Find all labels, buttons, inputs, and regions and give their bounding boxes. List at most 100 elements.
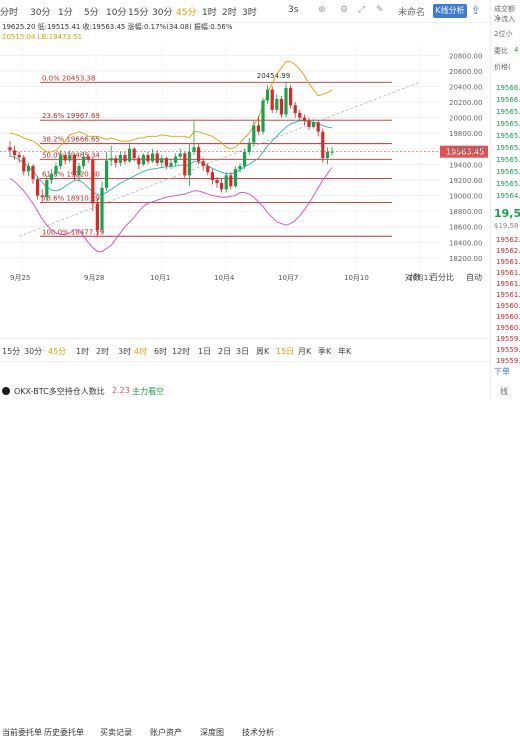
ask-price[interactable]: 19565.2 (496, 168, 520, 176)
candle-body (229, 175, 233, 187)
share-icon[interactable]: ⇪ (471, 4, 483, 17)
tab-trade-records[interactable]: 买卖记录 (100, 727, 132, 738)
bid-price[interactable]: 19561.9 (496, 258, 520, 266)
line-link[interactable]: 线 (500, 386, 508, 397)
y-tick-label: 19000.00 (449, 193, 482, 201)
candle-body (279, 98, 283, 115)
percent-scale-toggle[interactable]: 百分比 (430, 272, 454, 283)
fullscreen-icon[interactable]: ⤢ (358, 5, 365, 15)
tf-bottom-item[interactable]: 3日 (236, 346, 249, 357)
bid-price[interactable]: 19562.1 (496, 236, 520, 244)
time-axis: 9月25 9月28 10月1 10月4 10月7 10月10 10月13 (10, 274, 433, 282)
order-button[interactable]: 下单 (494, 366, 510, 377)
candle-body (36, 179, 40, 196)
ask-price[interactable]: 19565.6 (496, 132, 520, 140)
tf-bottom-item[interactable]: 季K (318, 346, 331, 357)
tf-1h[interactable]: 1时 (202, 5, 217, 18)
tf-3h[interactable]: 3时 (242, 5, 257, 18)
bid-price[interactable]: 19561.2 (496, 280, 520, 288)
tf-bottom-item[interactable]: 45分 (48, 346, 66, 357)
y-tick-label: 18200.00 (449, 255, 482, 263)
candle-body (270, 89, 274, 110)
candle-body (82, 156, 86, 166)
price-chart[interactable]: 0.0% 20453.38 23.6% 19967.69 38.2% 19666.6… (0, 46, 490, 286)
tf-bottom-item[interactable]: 15日 (276, 346, 294, 357)
ask-price[interactable]: 19565.3 (496, 156, 520, 164)
y-tick-label: 18800.00 (449, 208, 482, 216)
decimals-selector[interactable]: 2位小 (494, 29, 512, 39)
ask-price[interactable]: 19565.5 (496, 144, 520, 152)
candle-body (77, 165, 81, 176)
tf-bottom-item[interactable]: 周K (256, 346, 269, 357)
tf-30m-b[interactable]: 30分 (152, 5, 172, 18)
ask-price[interactable]: 19564.8 (496, 192, 520, 200)
bid-price[interactable]: 19560.5 (496, 313, 520, 321)
candle-body (201, 161, 205, 166)
ratio-label: OKX-BTC多空持仓人数比 (14, 387, 105, 396)
tf-10m[interactable]: 10分 (106, 5, 126, 18)
ask-price[interactable]: 19566.0 (496, 96, 520, 104)
y-tick-label: 18600.00 (449, 224, 482, 232)
ask-price[interactable]: 19565.7 (496, 120, 520, 128)
tf-bottom-item[interactable]: 30分 (24, 346, 42, 357)
ask-price[interactable]: 19566.1 (496, 84, 520, 92)
bid-price[interactable]: 19561.5 (496, 269, 520, 277)
bid-price[interactable]: 19562.0 (496, 247, 520, 255)
auto-scale-toggle[interactable]: 自动 (466, 272, 482, 283)
tf-1m[interactable]: 1分 (58, 5, 73, 18)
tab-current-orders[interactable]: 当前委托单 (2, 727, 42, 738)
candle-body (266, 89, 270, 101)
tool-icon[interactable]: ✎ (376, 5, 384, 15)
tf-15m[interactable]: 15分 (128, 5, 148, 18)
candle-body (224, 175, 228, 190)
ratio-title: 委比 (494, 47, 508, 55)
candle-body (68, 155, 72, 161)
bid-price[interactable]: 19561.0 (496, 291, 520, 299)
tf-bottom-item[interactable]: 1时 (76, 346, 89, 357)
candle-body (160, 158, 164, 163)
tf-bottom-item[interactable]: 3时 (118, 346, 131, 357)
gear-icon[interactable]: ⚙ (340, 5, 348, 15)
fib-label: 38.2% 19666.65 (42, 136, 100, 144)
tf-bottom-item[interactable]: 12时 (172, 346, 190, 357)
tf-2h[interactable]: 2时 (222, 5, 237, 18)
tf-fenshi[interactable]: 分时 (0, 5, 18, 18)
tab-history-orders[interactable]: 历史委托单 (44, 727, 84, 738)
tf-bottom-item[interactable]: 1日 (198, 346, 211, 357)
tf-bottom-item[interactable]: 2日 (218, 346, 231, 357)
ask-price[interactable]: 19565.8 (496, 108, 520, 116)
tf-bottom-item[interactable]: 15分 (2, 346, 20, 357)
tf-3s[interactable]: 3s (288, 5, 298, 15)
bid-price[interactable]: 19559.5 (496, 346, 520, 354)
tf-bottom-item[interactable]: 月K (298, 346, 311, 357)
crosshair-icon[interactable]: ⊕ (318, 5, 326, 15)
tf-bottom-item[interactable]: 年K (338, 346, 351, 357)
candle-body (243, 151, 247, 166)
candle-body (72, 155, 76, 176)
bid-price[interactable]: 19559.0 (496, 357, 520, 365)
bid-price[interactable]: 19560.0 (496, 324, 520, 332)
tf-45m[interactable]: 45分 (176, 5, 196, 18)
tab-technical-analysis[interactable]: 技术分析 (242, 727, 274, 738)
tab-depth-chart[interactable]: 深度图 (200, 727, 224, 738)
unnamed-layout[interactable]: 未命名 (398, 5, 425, 18)
y-tick-label: 20200.00 (449, 99, 482, 107)
bid-price[interactable]: 19559.8 (496, 335, 520, 343)
tf-bottom-item[interactable]: 6时 (154, 346, 167, 357)
y-tick-label: 19800.00 (449, 130, 482, 138)
tf-30m[interactable]: 30分 (30, 5, 50, 18)
tf-bottom-item[interactable]: 2时 (96, 346, 109, 357)
candle-body (307, 120, 311, 128)
ask-price[interactable]: 19565.0 (496, 180, 520, 188)
candle-body (325, 151, 329, 159)
candle-body (63, 155, 67, 161)
tf-bottom-item[interactable]: 4时 (134, 346, 147, 357)
tf-5m[interactable]: 5分 (84, 5, 99, 18)
last-price-usd: $19,58 (494, 222, 519, 230)
kline-analysis-button[interactable]: K线分析 (433, 4, 467, 18)
last-price: 19,5 (494, 207, 520, 220)
bid-price[interactable]: 19560.8 (496, 302, 520, 310)
candle-body (118, 155, 122, 163)
tab-account-assets[interactable]: 账户资产 (150, 727, 182, 738)
log-scale-toggle[interactable]: 对数 (405, 272, 421, 283)
